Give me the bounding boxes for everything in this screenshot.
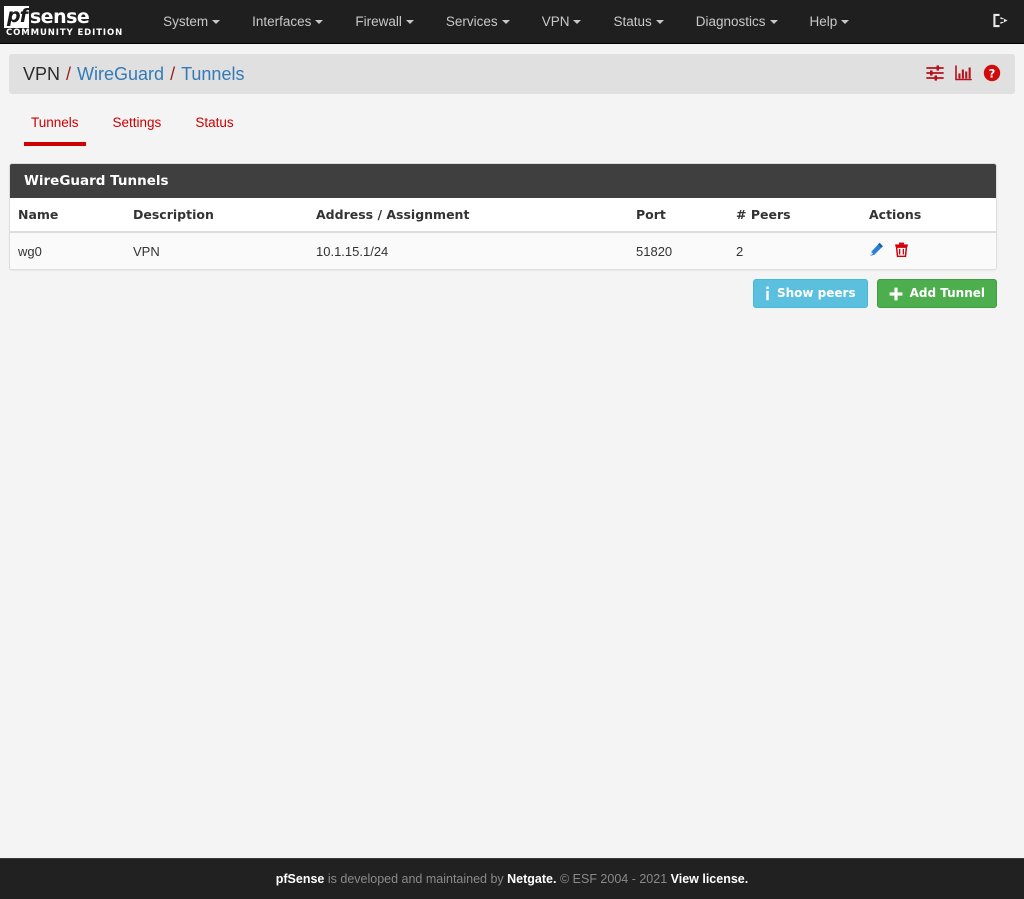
navbar-right xyxy=(991,0,1024,43)
nav-item-status[interactable]: Status xyxy=(597,0,679,44)
top-navbar: pfsense COMMUNITY EDITION System Interfa… xyxy=(0,0,1024,44)
page-footer: pfSense is developed and maintained by N… xyxy=(0,858,1024,899)
chart-bar-icon[interactable] xyxy=(955,65,972,84)
nav-item-services[interactable]: Services xyxy=(430,0,526,44)
footer-text: is developed and maintained by xyxy=(324,872,507,886)
chevron-down-icon xyxy=(770,20,778,24)
nav-item-label: Firewall xyxy=(355,14,402,29)
help-circle-icon[interactable]: ? xyxy=(983,64,1001,85)
table-row[interactable]: wg0 VPN 10.1.15.1/24 51820 2 xyxy=(10,232,996,269)
show-peers-button[interactable]: Show peers xyxy=(753,279,868,308)
add-tunnel-button[interactable]: Add Tunnel xyxy=(877,279,997,308)
tab-settings[interactable]: Settings xyxy=(96,107,179,140)
add-tunnel-label: Add Tunnel xyxy=(910,286,985,301)
chevron-down-icon xyxy=(406,20,414,24)
nav-item-label: System xyxy=(163,14,208,29)
footer-brand: pfSense xyxy=(276,872,325,886)
tunnels-table-head: Name Description Address / Assignment Po… xyxy=(10,198,996,232)
cell-port: 51820 xyxy=(628,232,728,269)
column-header-address: Address / Assignment xyxy=(308,198,628,232)
tab-label: Tunnels xyxy=(31,115,79,130)
delete-tunnel-icon[interactable] xyxy=(894,242,909,260)
plus-icon xyxy=(889,287,903,301)
logo-wordmark: pfsense xyxy=(4,6,123,28)
show-peers-label: Show peers xyxy=(777,286,856,301)
tab-status[interactable]: Status xyxy=(178,107,250,140)
edit-tunnel-icon[interactable] xyxy=(869,242,884,260)
tab-tunnels[interactable]: Tunnels xyxy=(14,107,96,140)
nav-item-help[interactable]: Help xyxy=(794,0,866,44)
nav-item-label: VPN xyxy=(542,14,570,29)
cell-address: 10.1.15.1/24 xyxy=(308,232,628,269)
svg-text:?: ? xyxy=(989,66,996,80)
view-license-link[interactable]: View license. xyxy=(671,872,749,886)
info-icon xyxy=(765,286,770,301)
tab-label: Settings xyxy=(113,115,162,130)
nav-item-interfaces[interactable]: Interfaces xyxy=(236,0,339,44)
panel-title: WireGuard Tunnels xyxy=(10,164,996,198)
chevron-down-icon xyxy=(502,20,510,24)
footer-netgate: Netgate. xyxy=(507,872,556,886)
nav-item-system[interactable]: System xyxy=(147,0,236,44)
breadcrumb-item-vpn: VPN xyxy=(23,64,60,85)
breadcrumb-item-tunnels[interactable]: Tunnels xyxy=(181,64,244,85)
column-header-actions: Actions xyxy=(861,198,996,232)
pfsense-logo[interactable]: pfsense COMMUNITY EDITION xyxy=(0,0,133,44)
logo-pf-text: pf xyxy=(4,6,29,28)
sliders-icon[interactable] xyxy=(926,65,944,84)
sign-out-icon[interactable] xyxy=(991,11,1010,33)
cell-peers: 2 xyxy=(728,232,861,269)
nav-item-label: Services xyxy=(446,14,498,29)
nav-item-label: Interfaces xyxy=(252,14,311,29)
column-header-name: Name xyxy=(10,198,125,232)
footer-copyright: © ESF 2004 - 2021 xyxy=(556,872,670,886)
wireguard-tunnels-panel: WireGuard Tunnels Name Description Addre… xyxy=(9,163,997,270)
navbar-menu: System Interfaces Firewall Services VPN … xyxy=(133,0,991,43)
table-header-row: Name Description Address / Assignment Po… xyxy=(10,198,996,232)
tunnels-table-body: wg0 VPN 10.1.15.1/24 51820 2 xyxy=(10,232,996,269)
cell-name: wg0 xyxy=(10,232,125,269)
tab-bar: Tunnels Settings Status xyxy=(9,107,1015,140)
breadcrumb-separator: / xyxy=(164,64,181,85)
column-header-description: Description xyxy=(125,198,308,232)
nav-item-label: Status xyxy=(613,14,651,29)
nav-item-firewall[interactable]: Firewall xyxy=(339,0,430,44)
chevron-down-icon xyxy=(315,20,323,24)
nav-item-label: Help xyxy=(810,14,838,29)
logo-sense-text: sense xyxy=(29,8,89,27)
breadcrumb-actions: ? xyxy=(926,64,1001,85)
tab-label: Status xyxy=(195,115,233,130)
chevron-down-icon xyxy=(573,20,581,24)
cell-actions xyxy=(861,232,996,269)
chevron-down-icon xyxy=(656,20,664,24)
nav-item-vpn[interactable]: VPN xyxy=(526,0,598,44)
panel-action-buttons: Show peers Add Tunnel xyxy=(9,279,997,308)
breadcrumb-item-wireguard[interactable]: WireGuard xyxy=(77,64,164,85)
chevron-down-icon xyxy=(841,20,849,24)
logo-subtitle: COMMUNITY EDITION xyxy=(4,28,123,38)
breadcrumb: VPN / WireGuard / Tunnels xyxy=(23,64,926,85)
breadcrumb-separator: / xyxy=(60,64,77,85)
column-header-port: Port xyxy=(628,198,728,232)
nav-item-diagnostics[interactable]: Diagnostics xyxy=(680,0,794,44)
cell-description: VPN xyxy=(125,232,308,269)
tunnels-table: Name Description Address / Assignment Po… xyxy=(10,198,996,269)
column-header-peers: # Peers xyxy=(728,198,861,232)
breadcrumb-bar: VPN / WireGuard / Tunnels xyxy=(9,54,1015,94)
chevron-down-icon xyxy=(212,20,220,24)
nav-item-label: Diagnostics xyxy=(696,14,766,29)
